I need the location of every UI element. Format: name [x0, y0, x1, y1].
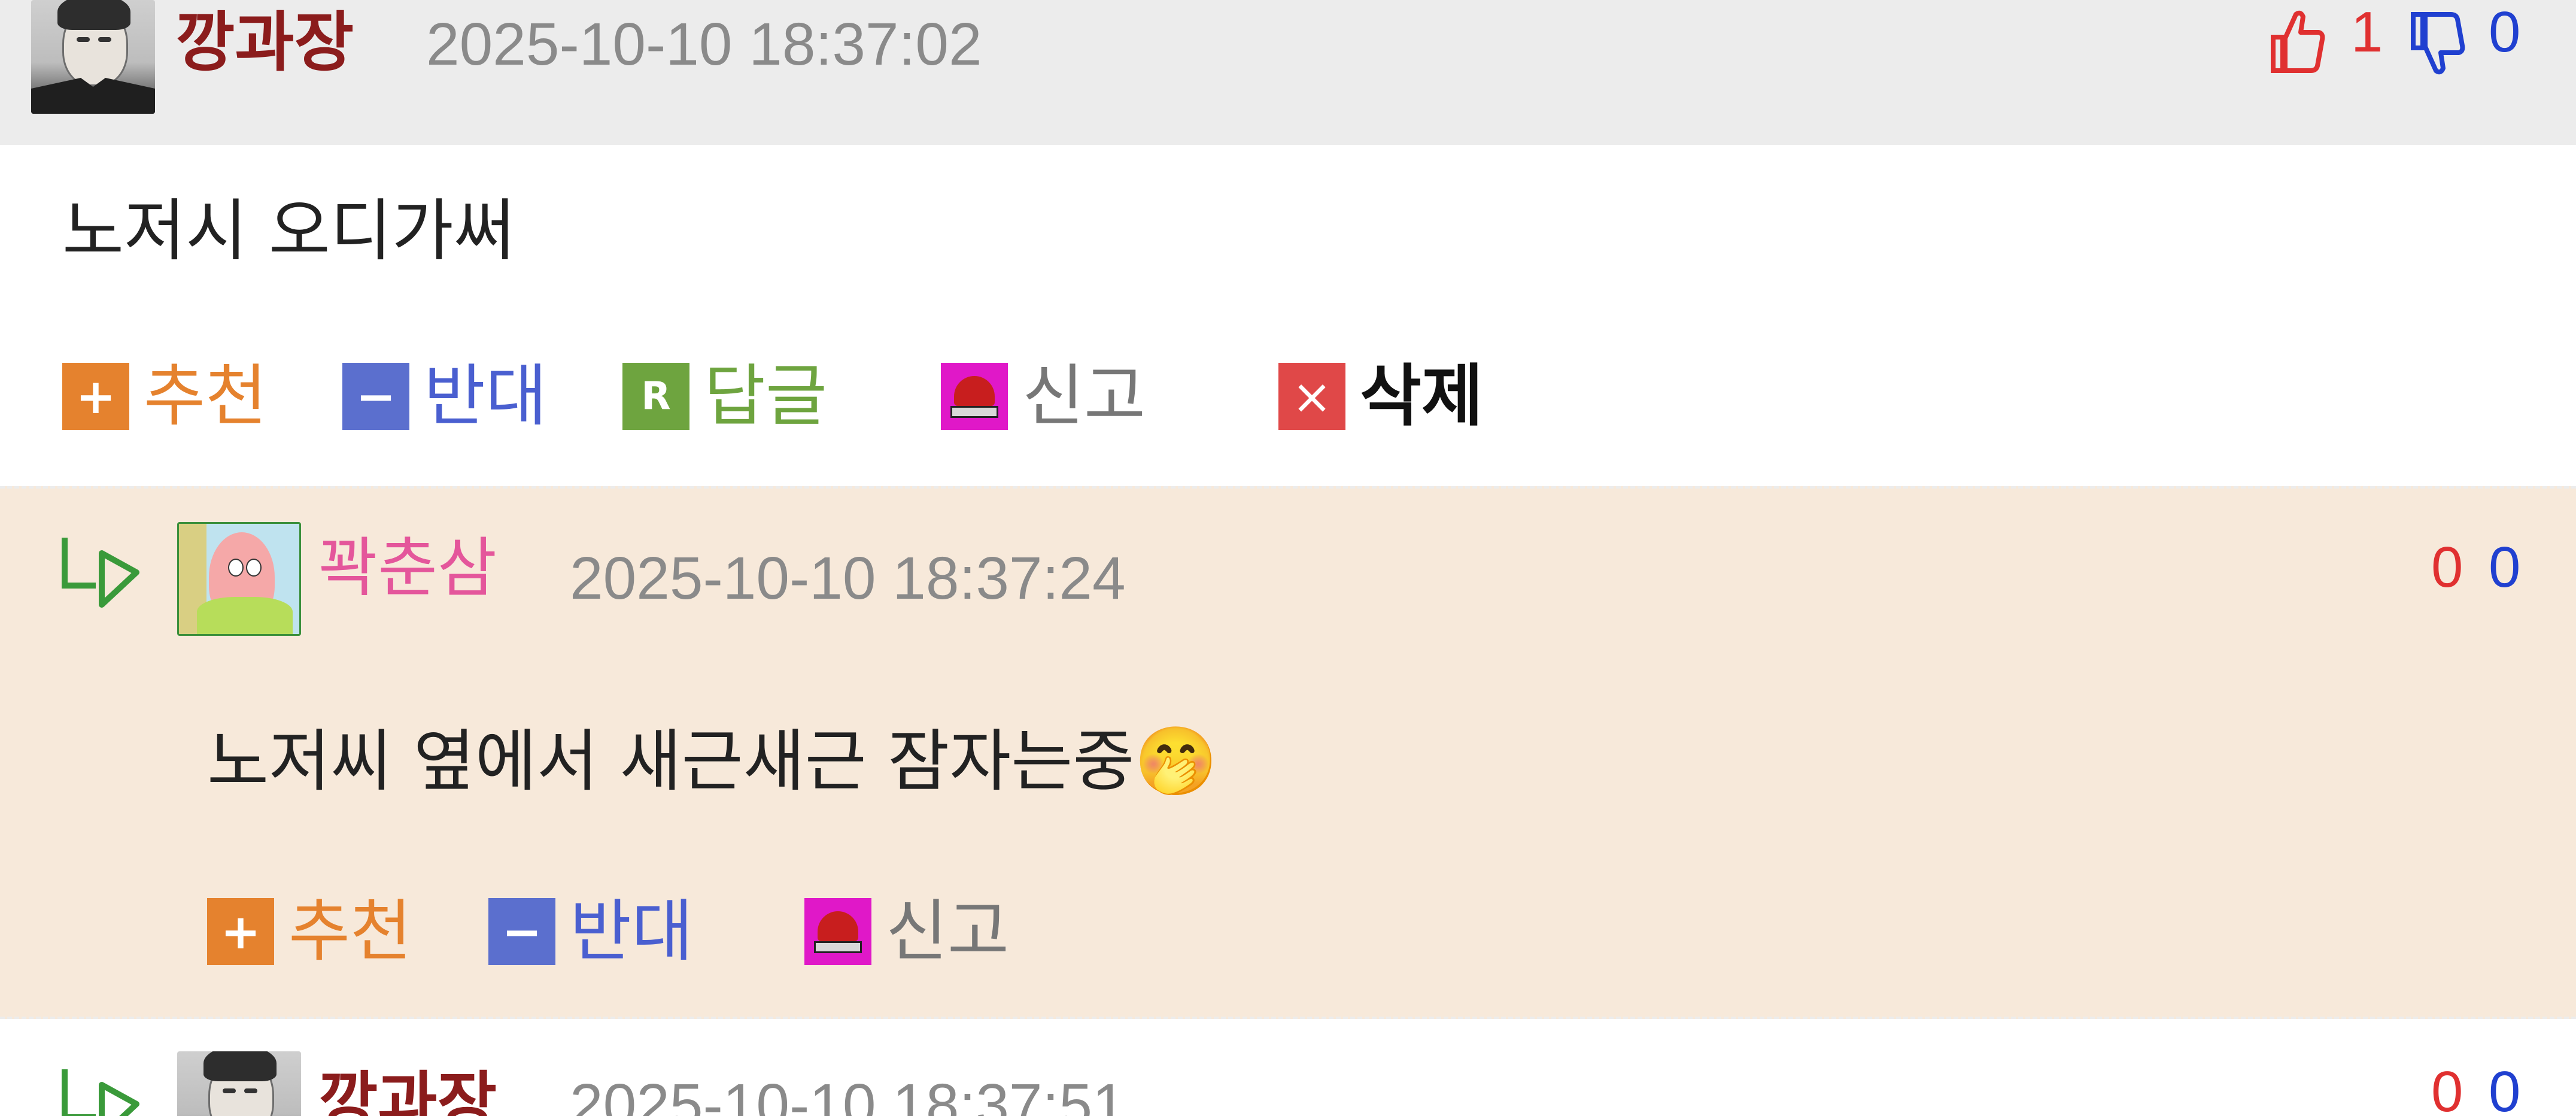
reply-arrow-icon [62, 1069, 139, 1116]
minus-icon: − [342, 363, 409, 430]
avatar[interactable] [31, 0, 155, 114]
author-nickname[interactable]: 깡과장 [318, 1070, 497, 1116]
upvote-count: 1 [2351, 0, 2383, 64]
avatar[interactable] [177, 1051, 301, 1116]
upvote-count: 0 [2431, 535, 2463, 599]
downvote-count: 0 [2489, 1060, 2521, 1116]
oppose-label: 반대 [570, 893, 694, 971]
downvote-count: 0 [2489, 0, 2521, 64]
author-nickname[interactable]: 깡과장 [175, 11, 354, 75]
plus-icon: + [207, 898, 274, 965]
recommend-label: 추천 [288, 893, 412, 971]
reply-label: 답글 [704, 357, 828, 435]
report-label: 신고 [1022, 357, 1146, 435]
report-button[interactable]: 신고 [941, 363, 1146, 430]
delete-button[interactable]: × 삭제 [1278, 363, 1483, 430]
recommend-button[interactable]: + 추천 [207, 898, 412, 965]
comment-datetime: 2025-10-10 18:37:02 [426, 11, 982, 78]
avatar[interactable] [177, 522, 301, 636]
reply-arrow-icon [62, 538, 139, 608]
siren-icon [941, 363, 1008, 430]
comment-text: 노저씨 옆에서 새근새근 잠자는중🤭 [207, 723, 1218, 800]
thumbs-up-icon[interactable] [2268, 8, 2326, 73]
close-icon: × [1278, 363, 1345, 430]
downvote-count: 0 [2489, 535, 2521, 599]
oppose-label: 반대 [424, 357, 548, 435]
recommend-button[interactable]: + 추천 [62, 363, 267, 430]
comment-header: 깡과장 2025-10-10 18:37:02 1 0 [0, 0, 2576, 145]
comment-datetime: 2025-10-10 18:37:51 [570, 1072, 1126, 1116]
reply-icon: R [622, 363, 689, 430]
recommend-label: 추천 [144, 357, 268, 435]
comment-datetime: 2025-10-10 18:37:24 [570, 545, 1126, 612]
comment-thread: 깡과장 2025-10-10 18:37:02 1 0 노저시 오디가써 + 추… [0, 0, 2576, 1116]
siren-icon [804, 898, 871, 965]
delete-label: 삭제 [1360, 357, 1484, 435]
reply-button[interactable]: R 답글 [622, 363, 827, 430]
plus-icon: + [62, 363, 129, 430]
author-nickname[interactable]: 꽉춘삼 [318, 536, 497, 601]
upvote-count: 0 [2431, 1060, 2463, 1116]
report-label: 신고 [886, 893, 1010, 971]
oppose-button[interactable]: − 반대 [488, 898, 693, 965]
minus-icon: − [488, 898, 555, 965]
comment-text: 노저시 오디가써 [62, 192, 515, 270]
oppose-button[interactable]: − 반대 [342, 363, 547, 430]
report-button[interactable]: 신고 [804, 898, 1009, 965]
thumbs-down-icon[interactable] [2408, 12, 2466, 77]
